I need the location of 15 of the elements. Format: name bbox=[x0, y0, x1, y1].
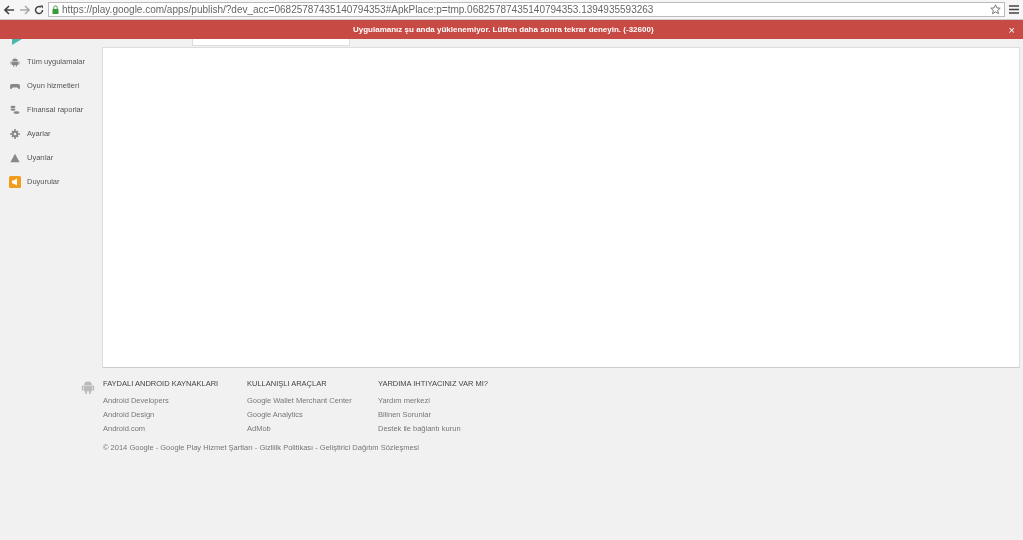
error-message: Uygulamanız şu anda yüklenemiyor. Lütfen daha sonra tekrar deneyin. (-32600) bbox=[352, 25, 655, 34]
address-bar[interactable]: https://play.google.com/apps/publish/?dev_acc=06825787435140794353#ApkPlace:p=tmp.06825787435140794353.1394935593263 bbox=[48, 2, 1005, 17]
android-icon bbox=[10, 56, 20, 67]
close-button[interactable]: × bbox=[1006, 23, 1017, 36]
star-icon[interactable] bbox=[990, 4, 1001, 15]
url-text: https://play.google.com/apps/publish/?dev_acc=06825787435140794353#ApkPlace:p=tmp.06825787435140794353.1394935593263 bbox=[62, 4, 654, 15]
menu-icon[interactable] bbox=[1009, 5, 1019, 14]
warning-icon bbox=[10, 152, 20, 163]
back-icon[interactable] bbox=[4, 4, 15, 15]
android-icon bbox=[81, 379, 95, 395]
gear-icon bbox=[10, 128, 20, 139]
reload-icon[interactable] bbox=[34, 4, 44, 15]
lock-icon bbox=[52, 5, 59, 14]
megaphone-icon bbox=[9, 175, 21, 188]
coins-icon bbox=[10, 104, 20, 115]
